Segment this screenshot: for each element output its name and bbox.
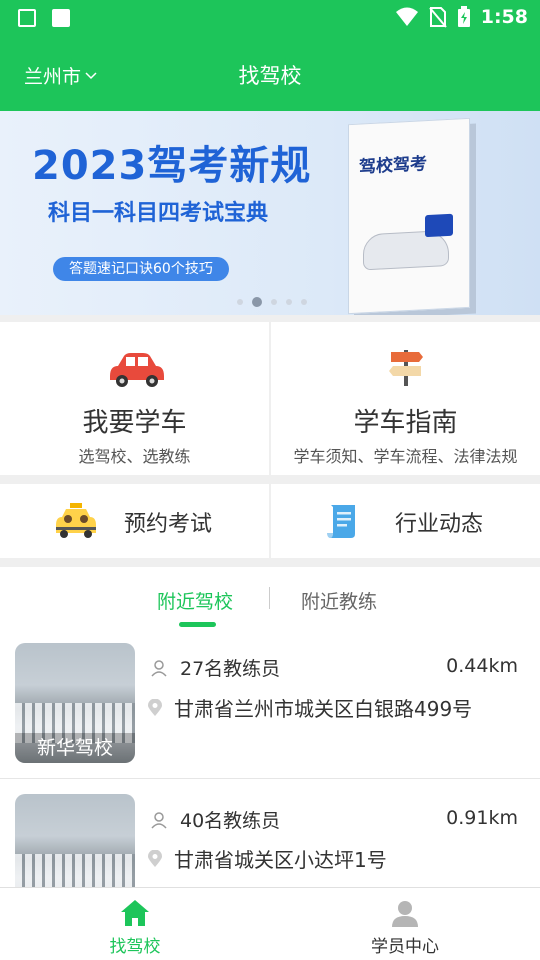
- list-divider: [0, 778, 540, 779]
- coach-count-label: 27名教练员: [180, 658, 281, 680]
- banner-tag: 答题速记口诀60个技巧: [53, 257, 229, 281]
- address-label: 甘肃省兰州市城关区白银路499号: [174, 697, 473, 721]
- banner-subtitle: 科目一科目四考试宝典: [48, 201, 269, 226]
- location-pin-icon: [148, 849, 162, 867]
- carousel-dot-active: [252, 297, 262, 307]
- location-pin-icon: [148, 698, 162, 716]
- person-icon: [151, 811, 167, 829]
- no-sim-icon: [428, 7, 447, 28]
- coach-count-label: 40名教练员: [180, 810, 281, 832]
- battery-icon: [457, 6, 470, 27]
- app-notification-icon: [52, 9, 70, 27]
- document-scroll-icon: [327, 505, 355, 538]
- car-icon: [110, 353, 164, 387]
- driving-guide-sub: 学车须知、学车流程、法律法规: [293, 447, 518, 466]
- tab-nearby-schools[interactable]: 附近驾校: [157, 587, 233, 614]
- nav-find-school[interactable]: 找驾校: [0, 888, 270, 960]
- address-label: 甘肃省城关区小达坪1号: [174, 848, 387, 872]
- learn-driving-sub: 选驾校、选教练: [78, 447, 191, 466]
- tab-separator: [269, 587, 270, 609]
- carousel-dot: [286, 299, 292, 305]
- distance: 0.44km: [446, 655, 518, 677]
- driving-guide-title: 学车指南: [353, 408, 458, 438]
- industry-news-title: 行业动态: [395, 512, 484, 537]
- book-exam-title: 预约考试: [124, 512, 213, 537]
- user-avatar-icon: [392, 901, 418, 927]
- carousel-dot: [271, 299, 277, 305]
- nav-student-center[interactable]: 学员中心: [270, 888, 540, 960]
- address: 甘肃省兰州市城关区白银路499号: [148, 693, 472, 722]
- coach-count: 40名教练员: [150, 806, 280, 833]
- book-stamp: [425, 213, 453, 238]
- school-list-item[interactable]: 新华驾校 27名教练员 0.44km 甘肃省兰州市城关区白银路499号: [0, 638, 540, 778]
- person-icon: [151, 659, 167, 677]
- nav-student-center-label: 学员中心: [371, 937, 439, 957]
- book-image: 驾校驾考: [348, 117, 470, 315]
- bottom-navigation: 找驾校 学员中心: [0, 887, 540, 960]
- carousel-dot: [237, 299, 243, 305]
- page-title: 找驾校: [238, 64, 302, 88]
- coach-count: 27名教练员: [150, 654, 280, 681]
- clock: 1:58: [480, 6, 528, 28]
- learn-driving-card[interactable]: 我要学车 选驾校、选教练: [0, 322, 269, 475]
- industry-news-card[interactable]: 行业动态: [271, 484, 540, 558]
- driving-guide-card[interactable]: 学车指南 学车须知、学车流程、法律法规: [271, 322, 540, 475]
- address: 甘肃省城关区小达坪1号: [148, 844, 387, 873]
- school-photo: 新华驾校: [15, 643, 135, 763]
- app-header: 兰州市 找驾校: [0, 48, 540, 102]
- learn-driving-title: 我要学车: [82, 408, 187, 438]
- gallery-icon: [18, 9, 36, 27]
- status-bar: 1:58: [0, 0, 540, 36]
- distance: 0.91km: [446, 807, 518, 829]
- banner-title: 2023驾考新规: [32, 143, 312, 189]
- signpost-icon: [389, 350, 423, 386]
- taxi-icon: [56, 503, 96, 538]
- school-name: 新华驾校: [15, 733, 135, 763]
- book-title: 驾校驾考: [359, 154, 427, 178]
- wifi-icon: [395, 7, 418, 26]
- home-icon: [121, 900, 149, 926]
- top-bar: 1:58 兰州市 找驾校: [0, 0, 540, 111]
- promo-banner[interactable]: 2023驾考新规 科目一科目四考试宝典 答题速记口诀60个技巧 驾校驾考: [0, 111, 540, 315]
- carousel-dot: [301, 299, 307, 305]
- carousel-indicator: [237, 297, 307, 307]
- tab-nearby-coaches[interactable]: 附近教练: [301, 587, 377, 614]
- book-exam-card[interactable]: 预约考试: [0, 484, 269, 558]
- tab-active-indicator: [179, 622, 216, 627]
- nav-find-school-label: 找驾校: [109, 937, 161, 957]
